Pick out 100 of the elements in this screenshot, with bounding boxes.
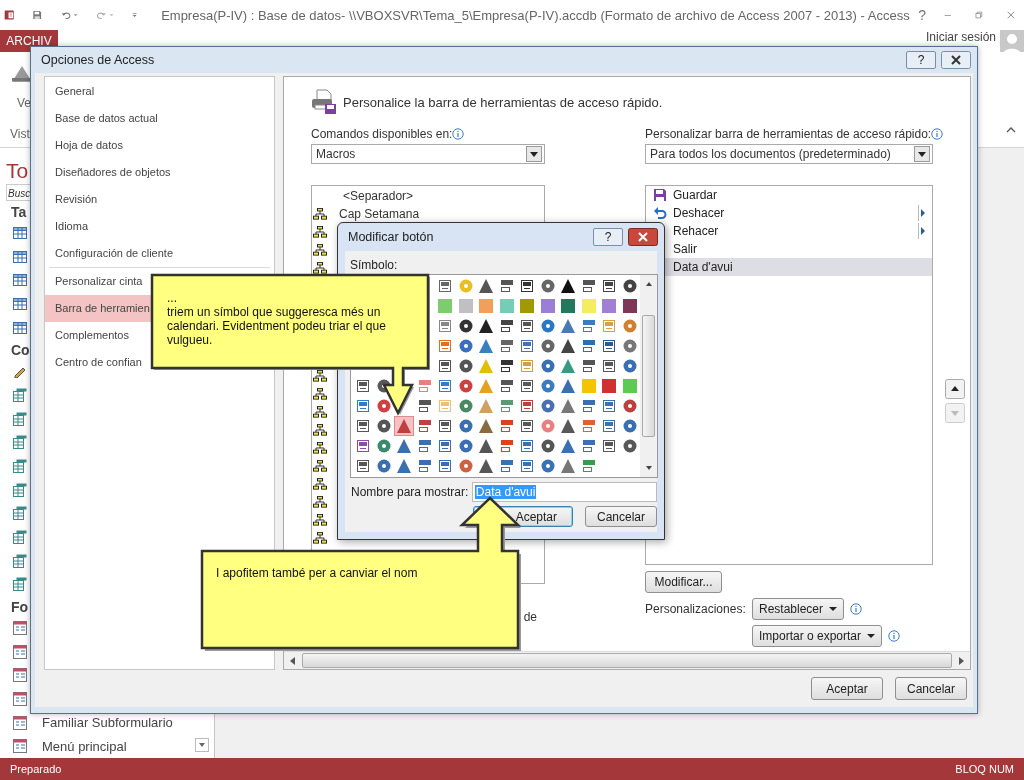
macro-icon (313, 496, 327, 508)
group-heading[interactable]: Fo (11, 598, 29, 617)
move-up-button[interactable] (945, 379, 965, 399)
category-item[interactable]: Configuración de cliente (45, 240, 175, 267)
macro-icon (313, 208, 327, 220)
customizations-label: Personalizaciones: (645, 602, 746, 616)
dialog-title: Modificar botón (348, 230, 434, 244)
modify-button[interactable]: Modificar... (645, 571, 722, 593)
symbol-label: Símbolo: (350, 258, 399, 272)
form-icon[interactable] (13, 739, 27, 754)
cancel-button[interactable]: Cancelar (895, 677, 967, 700)
color-swatch[interactable] (599, 376, 619, 396)
query-icon[interactable] (13, 553, 27, 568)
cancel-button[interactable]: Cancelar (585, 506, 657, 527)
category-item[interactable]: Base de datos actual (45, 105, 159, 132)
window-title: Empresa(P-IV) : Base de datos- \\VBOXSVR\Tema_5\Empresa(P-IV).accdb (Formato de archivo de Access 2007 - 2013) - Access (161, 7, 910, 23)
customize-icon[interactable] (131, 11, 138, 19)
info-icon[interactable] (931, 128, 944, 140)
save-icon (652, 188, 667, 202)
form-icon[interactable] (13, 620, 27, 635)
field-label: Comandos disponibles en: (311, 127, 453, 141)
category-item[interactable]: Personalizar cinta (45, 268, 144, 295)
color-swatch[interactable] (599, 296, 619, 316)
restore-icon[interactable] (975, 9, 984, 21)
form-icon[interactable] (13, 691, 27, 706)
ok-button[interactable]: Aceptar (811, 677, 883, 700)
query-icon[interactable] (13, 411, 27, 426)
macro-icon (313, 478, 327, 490)
macro-icon (313, 442, 327, 454)
group-heading[interactable]: Ta (11, 203, 27, 221)
pane-title: To (6, 158, 29, 184)
close-icon[interactable] (1007, 9, 1015, 21)
reset-button[interactable]: Restablecer (752, 598, 845, 620)
table-icon[interactable] (13, 249, 27, 264)
submenu-arrow-icon[interactable] (918, 223, 926, 239)
field-label: Personalizar barra de herramientas de acceso rápido: (645, 127, 932, 141)
collapse-ribbon-icon[interactable] (1006, 127, 1016, 133)
query-icon[interactable] (13, 458, 27, 473)
command-item[interactable]: <Separador> (343, 189, 414, 203)
import-export-button[interactable]: Importar o exportar (752, 625, 883, 647)
callout-text: triem un símbol que suggeresca més un calendari. Evidentment podeu triar el que vulgueu. (167, 305, 387, 347)
vertical-scrollbar[interactable] (640, 275, 657, 477)
access-logo-icon (4, 7, 15, 23)
macro-icon (313, 370, 327, 382)
table-icon[interactable] (13, 273, 27, 288)
color-swatch[interactable] (435, 296, 455, 316)
query-icon[interactable] (13, 506, 27, 521)
caret-icon[interactable] (829, 605, 838, 613)
table-icon[interactable] (13, 296, 27, 311)
query-icon[interactable] (13, 482, 27, 497)
group-label: Vist (10, 127, 30, 141)
color-swatch[interactable] (558, 296, 578, 316)
close-button[interactable] (628, 228, 658, 246)
help-button[interactable]: ? (593, 228, 623, 246)
category-item[interactable]: Barra de herramien (45, 295, 151, 322)
group-heading[interactable]: Co (11, 341, 30, 360)
command-item[interactable]: Cap Setamana (339, 207, 420, 221)
color-swatch[interactable] (517, 296, 537, 316)
submenu-arrow-icon[interactable] (918, 205, 926, 221)
close-button[interactable] (941, 51, 971, 69)
query-icon[interactable] (13, 387, 27, 402)
info-icon[interactable] (888, 630, 901, 642)
table-icon[interactable] (13, 225, 27, 240)
macro-icon (313, 424, 327, 436)
info-icon[interactable] (452, 128, 465, 140)
view-button-label[interactable]: Ve (17, 96, 31, 110)
form-name[interactable]: Menú principal (42, 738, 127, 754)
help-button[interactable]: ? (915, 7, 929, 23)
category-item[interactable]: Complementos (45, 322, 130, 349)
category-item[interactable]: Diseñadores de objetos (45, 159, 172, 186)
caret-icon[interactable] (867, 632, 876, 640)
scroll-thumb[interactable] (642, 315, 655, 437)
commands-dropdown[interactable]: Macros (311, 144, 545, 164)
macro-icon (313, 388, 327, 400)
category-item[interactable]: Centro de confian (45, 349, 143, 376)
option-text: de (523, 610, 537, 624)
info-icon[interactable] (850, 603, 863, 615)
toolbar-item[interactable]: Deshacer (646, 204, 932, 222)
scroll-thumb[interactable] (302, 653, 952, 668)
macro-icon (313, 460, 327, 472)
category-item[interactable]: Idioma (45, 213, 90, 240)
toolbar-item[interactable]: Guardar (646, 186, 932, 204)
sign-in-link[interactable]: Iniciar sesión (925, 30, 996, 44)
query-icon[interactable] (13, 577, 27, 592)
category-item[interactable]: Hoja de datos (45, 132, 124, 159)
callout-text: ... (167, 291, 178, 305)
query-icon[interactable] (13, 435, 27, 450)
form-name[interactable]: Familiar Subformulario (42, 715, 173, 731)
query-icon[interactable] (13, 529, 27, 544)
macro-icon (313, 262, 327, 274)
form-icon[interactable] (13, 668, 27, 683)
target-dropdown[interactable]: Para todos los documentos (predeterminado) (645, 144, 933, 164)
color-swatch[interactable] (476, 296, 496, 316)
table-icon[interactable] (13, 320, 27, 335)
category-item[interactable]: General (45, 78, 96, 105)
horizontal-scrollbar[interactable] (284, 651, 970, 669)
form-icon[interactable] (13, 644, 27, 659)
help-button[interactable]: ? (906, 51, 936, 69)
form-icon[interactable] (13, 715, 27, 730)
category-item[interactable]: Revisión (45, 186, 99, 213)
